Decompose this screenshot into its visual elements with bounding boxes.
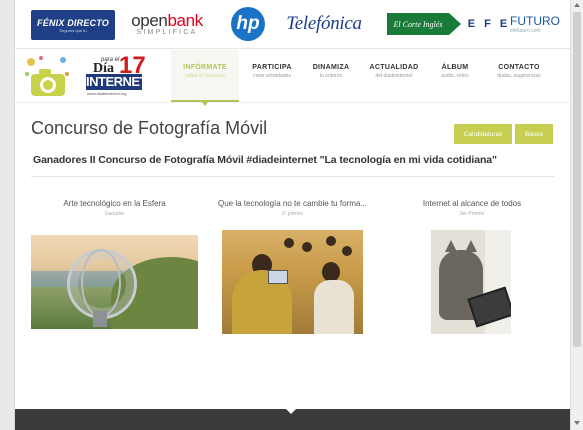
nav-dinamiza[interactable]: DINAMIZA tu entorno [305, 64, 357, 79]
nav-sublabel: sobre el concurso [185, 73, 225, 79]
nav-sublabel: audio, vídeo [441, 73, 469, 79]
camera-icon [25, 56, 69, 96]
bases-button[interactable]: Bases [515, 124, 553, 144]
nav-label: DINAMIZA [312, 64, 350, 71]
telefonica-logo[interactable]: Telefónica [283, 8, 365, 40]
scroll-down-icon[interactable] [574, 421, 580, 425]
gallery-subcaption: Ganador [104, 211, 125, 217]
gallery-caption[interactable]: Arte tecnológico en la Esfera [31, 199, 198, 208]
photo-cat-tablet[interactable] [431, 230, 511, 334]
nav-album[interactable]: ÁLBUM audio, vídeo [429, 64, 481, 79]
hp-name: hp [236, 13, 260, 34]
openbank-name-b: bank [167, 11, 203, 30]
openbank-name-a: open [131, 11, 168, 30]
gallery-subcaption: 3er Premio [459, 211, 485, 217]
footer-bar [15, 408, 570, 430]
photo-sphere-sculpture[interactable] [31, 235, 198, 329]
fenix-name: FÉNIX DIRECTO [37, 17, 109, 28]
futuro-name: FUTURO [510, 14, 560, 28]
openbank-tagline: SIMPLIFICA [136, 29, 198, 36]
gallery-caption[interactable]: Que la tecnología no te cambie tu forma.… [205, 199, 380, 208]
fenix-tagline: Seguros que tú [59, 27, 87, 33]
logo-internet: INTERNET [86, 74, 148, 90]
efe-name: E F E [467, 18, 511, 30]
el-corte-ingles-logo[interactable]: El Corte Inglés [387, 13, 449, 35]
vertical-scrollbar[interactable] [570, 0, 583, 430]
laptop-icon [268, 270, 288, 284]
nav-sublabel: dudas, sugerencias [497, 73, 541, 79]
contest-heading: Ganadores II Concurso de Fotografía Móvi… [33, 154, 497, 166]
telefonica-name: Telefónica [286, 13, 362, 34]
gallery-item-1[interactable]: Arte tecnológico en la Esfera Ganador [31, 199, 198, 217]
efe-logo[interactable]: E F E [465, 8, 513, 40]
nav-label: CONTACTO [498, 64, 540, 71]
nav-actualidad[interactable]: ACTUALIDAD del diadeinternet [363, 64, 425, 79]
nav-label: INFÓRMATE [183, 64, 227, 71]
nav-sublabel: tu entorno [319, 73, 343, 79]
photo-conference-audience[interactable] [222, 230, 363, 334]
fenix-directo-logo[interactable]: FÉNIX DIRECTO Seguros que tú [31, 10, 115, 40]
hp-logo[interactable]: hp [231, 7, 265, 41]
gallery-caption[interactable]: Internet al alcance de todos [399, 199, 545, 208]
nav-label: ÁLBUM [441, 64, 469, 71]
nav-sublabel: del diadeinternet [375, 73, 413, 79]
efe-futuro-logo[interactable]: FUTURO efefuturo.com [510, 8, 565, 40]
eci-name: El Corte Inglés [393, 19, 443, 29]
scroll-thumb[interactable] [573, 12, 581, 347]
gallery-item-3[interactable]: Internet al alcance de todos 3er Premio [399, 199, 545, 217]
page-title: Concurso de Fotografía Móvil [31, 118, 268, 138]
scroll-up-icon[interactable] [574, 3, 580, 7]
footer-arrow-icon [285, 408, 297, 414]
openbank-logo[interactable]: openbank SIMPLIFICA [127, 8, 207, 40]
nav-informate[interactable]: INFÓRMATE sobre el concurso [171, 50, 239, 106]
candidaturas-button[interactable]: Candidaturas [454, 124, 512, 144]
nav-label: ACTUALIDAD [369, 64, 419, 71]
logo-url: www.diadeinternet.org [87, 91, 127, 96]
dia-internet-logo[interactable]: para el Día 17 INTERNET www.diadeinterne… [83, 52, 148, 98]
gallery-subcaption: 2º premio [281, 211, 304, 217]
futuro-url: efefuturo.com [510, 28, 541, 34]
nav-contacto[interactable]: CONTACTO dudas, sugerencias [487, 64, 551, 79]
page-frame: FÉNIX DIRECTO Seguros que tú openbank SI… [14, 0, 571, 430]
el-corte-ingles-triangle [449, 13, 461, 35]
sponsors-bar: FÉNIX DIRECTO Seguros que tú openbank SI… [15, 0, 570, 49]
active-pointer-icon [202, 102, 208, 106]
divider [31, 176, 554, 177]
gallery-item-2[interactable]: Que la tecnología no te cambie tu forma.… [205, 199, 380, 217]
main-nav: para el Día 17 INTERNET www.diadeinterne… [15, 50, 570, 106]
nav-label: PARTICIPA [252, 64, 292, 71]
nav-participa[interactable]: PARTICIPA crear actividades [243, 64, 301, 79]
nav-sublabel: crear actividades [253, 73, 291, 79]
